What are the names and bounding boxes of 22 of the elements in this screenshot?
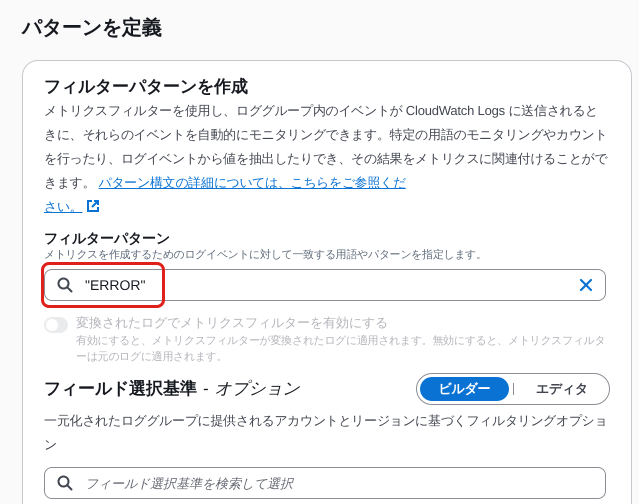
external-link-icon (86, 199, 100, 213)
filter-pattern-field[interactable]: "ERROR" (44, 269, 606, 301)
toggle-description: 有効にすると、メトリクスフィルターが変換されたログに適用されます。無効にすると、メトリクスフィルターは元のログに適用されます。 (76, 334, 606, 365)
close-icon[interactable] (579, 278, 593, 292)
section-description: 一元化されたロググループに提供されるアカウントとリージョンに基づくフィルタリングオプション (44, 412, 608, 454)
optional-label: オプション (214, 378, 300, 400)
card-description: メトリクスフィルターを使用し、ロググループ内のイベントが CloudWatch Logs に送信されるときに、それらのイベントを自動的にモニタリングできます。特定の用語のモニタリングやカウントを行ったり、ログイベントから値を抽出したりでき、その結果をメトリクスに関連付けることができます。 パターン構文の詳細については、こちらをご参照くだ さい。 (44, 102, 609, 216)
page-title: パターンを定義 (22, 16, 163, 41)
learn-more-link[interactable]: さい。 (44, 199, 82, 214)
search-icon (57, 475, 73, 491)
field-criteria-search[interactable]: フィールド選択基準を検索して選択 (44, 467, 606, 499)
learn-more-link[interactable]: パターン構文の詳細については、こちらをご参照くだ (98, 175, 406, 190)
field-value: "ERROR" (85, 276, 146, 294)
section-title: フィールド選択基準 (44, 378, 197, 400)
field-label: フィルターパターン (44, 229, 171, 247)
field-hint: メトリクスを作成するためのログイベントに対して一致する用語やパターンを指定します。 (44, 248, 488, 263)
section-separator: - (203, 378, 209, 400)
toggle-label: 変換されたログでメトリクスフィルターを有効にする (76, 314, 389, 332)
card-title: フィルターパターンを作成 (44, 76, 249, 98)
mode-tab[interactable]: エディタ (518, 377, 606, 401)
search-icon (57, 277, 73, 293)
mode-tab[interactable]: ビルダー (420, 377, 508, 401)
